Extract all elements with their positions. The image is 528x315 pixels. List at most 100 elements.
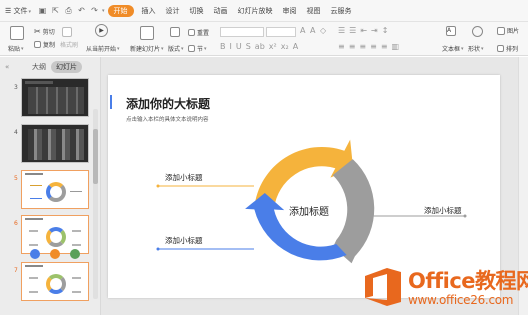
watermark-url: www.office26.com [408, 293, 514, 307]
textbox-icon: A [446, 26, 458, 36]
line-spacing-icon[interactable]: ↕ [382, 26, 389, 35]
tab-slides[interactable]: 幻灯片 [51, 61, 82, 73]
tab-transition[interactable]: 切换 [185, 6, 209, 16]
save-icon[interactable]: ▣ [38, 6, 47, 15]
slide-options-icon[interactable] [70, 249, 80, 259]
distribute-icon[interactable]: ≡ [381, 42, 388, 51]
format-painter-label: 格式刷 [60, 42, 79, 49]
slide-number: 4 [14, 129, 18, 136]
menu-file[interactable]: ☰ 文件▾ [0, 6, 36, 16]
font-style-buttons: B I U S ab x² x₂ A [220, 42, 302, 51]
shape-label: 形状 [468, 46, 481, 53]
start-from-current-button[interactable]: 从当前开始 ▾ [86, 44, 120, 54]
thumbnail-scrollbar-thumb[interactable] [93, 129, 98, 184]
underline-icon[interactable]: U [236, 42, 242, 51]
paste-label: 粘贴 [8, 46, 21, 53]
copy-button[interactable]: 复制 [34, 40, 55, 49]
bold-icon[interactable]: B [220, 42, 226, 51]
slide-thumbnail-7[interactable] [21, 262, 89, 301]
slide-play-icon[interactable] [30, 249, 40, 259]
print-icon[interactable]: ⎙ [64, 6, 73, 15]
menu-bar: ☰ 文件▾ ▣ ⇱ ⎙ ↶ ↷ ▾ 开始 插入 设计 切换 动画 幻灯片放映 审… [0, 0, 528, 22]
shape-icon [472, 26, 483, 37]
numbered-list-icon[interactable]: ☰ [349, 26, 356, 35]
tab-outline[interactable]: 大纲 [32, 62, 46, 72]
clear-format-icon[interactable]: ◇ [320, 26, 330, 35]
watermark-brand: Office教程网 [408, 269, 528, 293]
indent-increase-icon[interactable]: ⇥ [371, 26, 378, 35]
layout-button[interactable]: 版式 ▾ [168, 44, 184, 54]
export-icon[interactable]: ⇱ [51, 6, 60, 15]
superscript-icon[interactable]: x² [269, 42, 277, 51]
paragraph-buttons-bottom: ≡ ≡ ≡ ≡ ≡ ▥ [338, 42, 403, 51]
layout-icon [170, 27, 182, 37]
new-slide-button[interactable]: 新建幻灯片 ▾ [130, 44, 164, 54]
font-color-icon[interactable]: A [293, 42, 298, 51]
tab-review[interactable]: 审阅 [278, 6, 302, 16]
connector-dot [463, 214, 467, 218]
redo-icon[interactable]: ↷ [90, 6, 99, 15]
center-title[interactable]: 添加标题 [289, 203, 329, 218]
picture-button[interactable]: 图片 [497, 26, 519, 35]
slide-thumbnail-4[interactable] [21, 124, 89, 163]
tab-home[interactable]: 开始 [107, 4, 134, 17]
paste-icon[interactable] [10, 26, 26, 40]
reset-button[interactable]: 重置 [188, 28, 209, 37]
strikethrough-icon[interactable]: ab [255, 42, 265, 51]
tab-view[interactable]: 视图 [302, 6, 326, 16]
italic-icon[interactable]: I [230, 42, 232, 51]
section-icon [188, 45, 195, 52]
font-shrink-icon[interactable]: A [310, 26, 319, 35]
new-slide-icon [140, 26, 156, 40]
align-right-icon[interactable]: ≡ [359, 42, 366, 51]
tab-slideshow[interactable]: 幻灯片放映 [233, 6, 278, 16]
office26-watermark: Office教程网 www.office26.com [363, 262, 528, 315]
justify-icon[interactable]: ≡ [370, 42, 377, 51]
font-name-select[interactable] [220, 27, 264, 37]
subscript-icon[interactable]: x₂ [281, 42, 289, 51]
new-slide-label: 新建幻灯片 [130, 46, 161, 53]
ribbon: 粘贴 ▾ ✂ 剪切 复制 格式刷 ▶ 从当前开始 ▾ 新建幻灯片 ▾ 版式 ▾ 重置 节 ▾… [0, 22, 528, 56]
indent-decrease-icon[interactable]: ⇤ [360, 26, 367, 35]
columns-icon[interactable]: ▥ [392, 42, 400, 51]
paste-button[interactable]: 粘贴 ▾ [8, 44, 24, 54]
format-painter-button[interactable]: 格式刷 [60, 40, 78, 49]
copy-label: 复制 [43, 42, 56, 49]
slide-number: 7 [14, 267, 18, 274]
connector-dot [156, 184, 160, 188]
tab-insert[interactable]: 插入 [137, 6, 161, 16]
tab-design[interactable]: 设计 [161, 6, 185, 16]
collapse-panel-icon[interactable]: « [5, 63, 9, 71]
align-center-icon[interactable]: ≡ [349, 42, 356, 51]
label-right[interactable]: 添加小标题 [424, 205, 462, 216]
textbox-button[interactable]: 文本框 ▾ [442, 44, 464, 54]
scissors-icon: ✂ [34, 27, 41, 36]
arrange-icon [497, 45, 504, 52]
start-from-current-label: 从当前开始 [86, 46, 117, 53]
font-size-select[interactable] [266, 27, 296, 37]
add-slide-icon[interactable] [50, 249, 60, 259]
office-logo-icon [365, 268, 401, 306]
label-top-left[interactable]: 添加小标题 [165, 172, 203, 183]
format-painter-icon [62, 27, 74, 37]
font-grow-icon[interactable]: A [300, 26, 309, 35]
picture-label: 图片 [507, 28, 520, 35]
menu-file-label: 文件 [13, 6, 28, 15]
slide-thumbnail-3[interactable] [21, 78, 89, 117]
arrange-button[interactable]: 排列 [497, 44, 518, 53]
label-bottom-left[interactable]: 添加小标题 [165, 235, 203, 246]
shape-button[interactable]: 形状 ▾ [468, 44, 484, 54]
undo-icon[interactable]: ↶ [77, 6, 86, 15]
cut-button[interactable]: ✂ 剪切 [34, 27, 55, 36]
align-left-icon[interactable]: ≡ [338, 42, 345, 51]
section-button[interactable]: 节 ▾ [188, 44, 207, 53]
tab-animation[interactable]: 动画 [209, 6, 233, 16]
slide-thumbnail-5[interactable] [21, 170, 89, 209]
tab-cloud[interactable]: 云服务 [326, 6, 357, 16]
slide-thumbnail-panel: « 大纲 幻灯片 3 4 5 6 7 [0, 57, 101, 315]
bullet-list-icon[interactable]: ☰ [338, 26, 345, 35]
shadow-icon[interactable]: S [246, 42, 251, 51]
quick-access-dropdown-icon[interactable]: ▾ [102, 8, 105, 14]
reset-label: 重置 [197, 30, 210, 37]
paragraph-buttons-top: ☰ ☰ ⇤ ⇥ ↕ [338, 26, 392, 35]
